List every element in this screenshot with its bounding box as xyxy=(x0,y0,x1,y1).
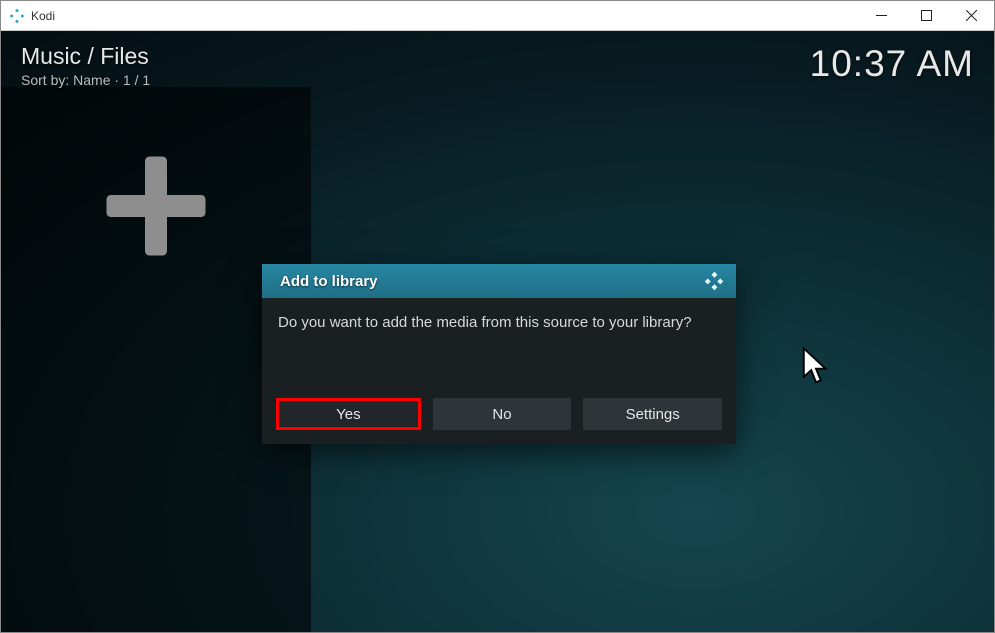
window-controls xyxy=(859,1,994,30)
no-button[interactable]: No xyxy=(433,398,572,430)
dialog-header: Add to library xyxy=(262,264,736,298)
add-source-tile[interactable] xyxy=(101,151,211,261)
dialog-buttons: Yes No Settings xyxy=(262,398,736,444)
sort-info: Sort by: Name · 1 / 1 xyxy=(21,72,150,88)
add-to-library-dialog: Add to library Do you want to add the me… xyxy=(262,264,736,444)
clock: 10:37 AM xyxy=(810,43,974,85)
minimize-button[interactable] xyxy=(859,1,904,30)
dialog-title: Add to library xyxy=(280,273,378,290)
yes-button[interactable]: Yes xyxy=(276,398,421,430)
kodi-logo-icon xyxy=(704,271,724,291)
close-button[interactable] xyxy=(949,1,994,30)
header-overlay: Music / Files Sort by: Name · 1 / 1 10:3… xyxy=(21,43,974,88)
header-left: Music / Files Sort by: Name · 1 / 1 xyxy=(21,43,150,88)
dialog-message: Do you want to add the media from this s… xyxy=(262,298,736,398)
settings-button[interactable]: Settings xyxy=(583,398,722,430)
app-window: Kodi Music / Files Sort by: Name · 1 / 1… xyxy=(0,0,995,633)
cursor-icon xyxy=(801,347,831,385)
titlebar: Kodi xyxy=(1,1,994,31)
window-title: Kodi xyxy=(31,9,859,23)
app-content: Music / Files Sort by: Name · 1 / 1 10:3… xyxy=(1,31,994,632)
kodi-logo-icon xyxy=(9,8,25,24)
breadcrumb: Music / Files xyxy=(21,43,150,70)
maximize-button[interactable] xyxy=(904,1,949,30)
